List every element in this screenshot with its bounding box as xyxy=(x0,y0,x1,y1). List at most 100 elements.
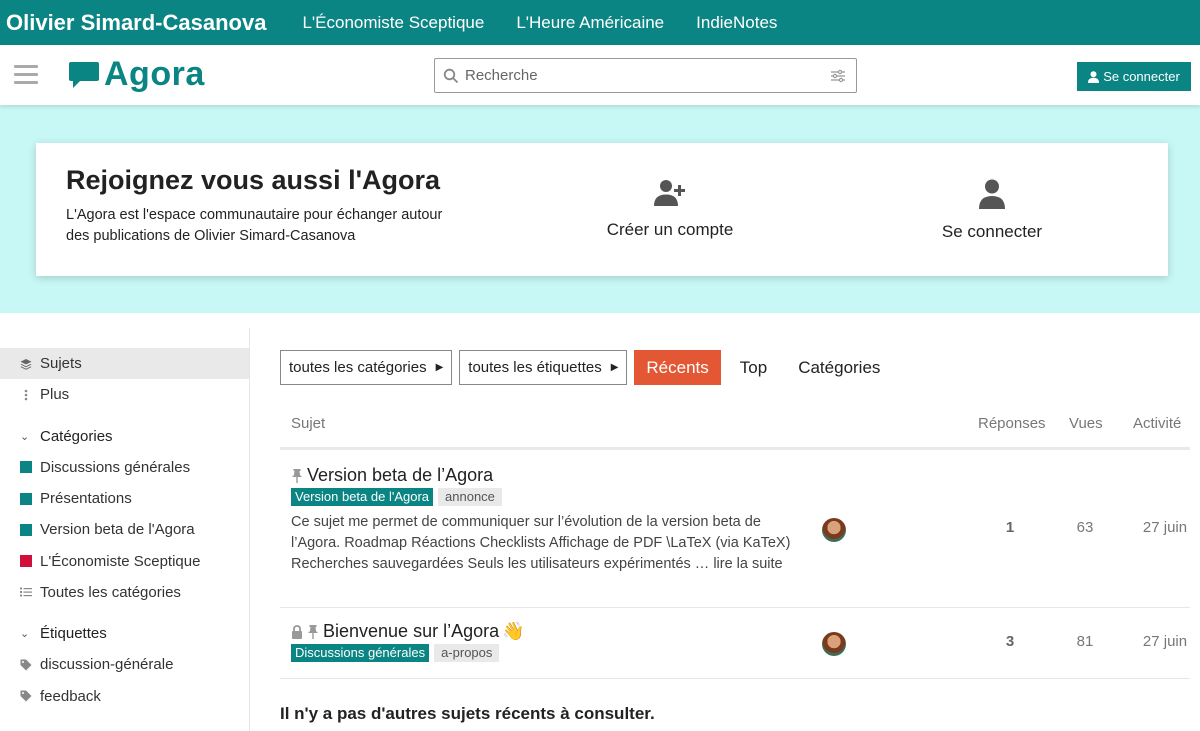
brandbar-link-indienotes[interactable]: IndieNotes xyxy=(696,13,777,33)
hero-description: L'Agora est l'espace communautaire pour … xyxy=(66,207,443,244)
topic-badges: Discussions générales a-propos xyxy=(291,644,500,662)
sidebar-section-label: Catégories xyxy=(40,427,113,445)
sidebar: Sujets Plus ⌄ Catégories Discussions gén… xyxy=(0,328,250,731)
sidebar-item-sujets[interactable]: Sujets xyxy=(0,348,249,380)
caret-right-icon: ▶ xyxy=(435,362,444,373)
hero-login-label: Se connecter xyxy=(941,222,1043,241)
sidebar-item-label: Version beta de l'Agora xyxy=(40,521,195,539)
no-more-topics-message: Il n'y a pas d'autres sujets récents à c… xyxy=(280,704,655,723)
lock-icon xyxy=(292,624,302,639)
brandbar-link-heure-americaine[interactable]: L'Heure Américaine xyxy=(516,13,664,33)
dropdown-label: toutes les étiquettes xyxy=(468,359,602,376)
topic-title: Version beta de l’Agora xyxy=(307,465,494,485)
avatar[interactable] xyxy=(822,632,846,656)
topic-title-link[interactable]: Bienvenue sur l’Agora 👋 xyxy=(291,621,525,642)
sidebar-category-version-beta[interactable]: Version beta de l'Agora xyxy=(0,514,249,545)
login-button[interactable]: Se connecter xyxy=(1077,62,1191,91)
replies-count: 3 xyxy=(1005,633,1015,650)
tags-dropdown[interactable]: toutes les étiquettes ▶ xyxy=(459,350,628,385)
tag-icon xyxy=(20,659,32,671)
sidebar-item-label: feedback xyxy=(40,687,101,705)
layers-icon xyxy=(20,358,32,370)
site-owner-link[interactable]: Olivier Simard-Casanova xyxy=(6,10,266,36)
avatar[interactable] xyxy=(822,518,846,542)
sidebar-item-label: Toutes les catégories xyxy=(40,583,181,601)
tag-icon xyxy=(20,690,32,702)
caret-right-icon: ▶ xyxy=(610,362,619,373)
hero-title: Rejoignez vous aussi l'Agora xyxy=(66,165,441,195)
views-count: 81 xyxy=(1076,633,1094,650)
categories-dropdown[interactable]: toutes les catégories ▶ xyxy=(280,350,453,385)
tab-categories[interactable]: Catégories xyxy=(786,350,892,385)
sidebar-section-label: Étiquettes xyxy=(40,625,107,643)
chat-bubble-icon xyxy=(69,61,99,88)
brandbar-link-economiste[interactable]: L'Économiste Sceptique xyxy=(302,13,484,33)
tag-badge[interactable]: annonce xyxy=(438,488,502,506)
tab-recents[interactable]: Récents xyxy=(634,350,721,385)
sidebar-tag-discussion-generale[interactable]: discussion-générale xyxy=(0,649,249,680)
category-color-square xyxy=(20,555,32,568)
logo-text: Agora xyxy=(104,55,205,93)
vertical-dots-icon xyxy=(20,389,32,401)
views-count: 63 xyxy=(1076,519,1094,536)
sidebar-tags-header[interactable]: ⌄ Étiquettes xyxy=(0,618,249,649)
sidebar-item-label: Plus xyxy=(40,386,70,404)
sidebar-item-label: Discussions générales xyxy=(40,458,191,476)
table-row: Version beta de l’Agora Version beta de … xyxy=(280,453,1190,608)
sidebar-item-label: discussion-générale xyxy=(40,656,174,674)
pin-icon xyxy=(292,468,302,483)
create-account-label: Créer un compte xyxy=(606,220,734,239)
search-filter-icon[interactable] xyxy=(830,68,846,84)
search-icon xyxy=(443,68,459,83)
sidebar-category-presentations[interactable]: Présentations xyxy=(0,483,249,514)
hero-banner: Rejoignez vous aussi l'Agora L'Agora est… xyxy=(0,105,1200,313)
login-button-label: Se connecter xyxy=(1103,69,1180,84)
column-header-subject[interactable]: Sujet xyxy=(291,415,325,432)
search-box[interactable] xyxy=(434,58,857,93)
category-color-square xyxy=(20,492,32,505)
waving-hand-emoji: 👋 xyxy=(502,621,525,641)
agora-logo[interactable]: Agora xyxy=(68,55,205,94)
sidebar-categories-header[interactable]: ⌄ Catégories xyxy=(0,421,249,452)
topic-excerpt[interactable]: Ce sujet me permet de communiquer sur l’… xyxy=(291,512,791,575)
sidebar-item-label: Présentations xyxy=(40,490,132,508)
site-header: Agora Se connecter xyxy=(0,45,1200,105)
sidebar-item-label: L'Économiste Sceptique xyxy=(40,552,201,570)
sidebar-tag-feedback[interactable]: feedback xyxy=(0,680,249,711)
topic-title-link[interactable]: Version beta de l’Agora xyxy=(291,465,493,486)
category-color-square xyxy=(20,461,32,474)
replies-count: 1 xyxy=(1005,519,1015,536)
tag-badge[interactable]: a-propos xyxy=(434,644,500,662)
column-header-views[interactable]: Vues xyxy=(1069,415,1103,432)
category-color-square xyxy=(20,523,32,536)
topic-badges: Version beta de l'Agora annonce xyxy=(291,488,502,506)
pin-icon xyxy=(308,624,318,639)
topic-title: Bienvenue sur l’Agora xyxy=(323,621,500,641)
list-icon xyxy=(20,586,32,598)
column-header-activity[interactable]: Activité xyxy=(1133,415,1181,432)
create-account-action[interactable]: Créer un compte xyxy=(570,179,770,240)
search-input[interactable] xyxy=(465,67,815,84)
category-badge[interactable]: Version beta de l'Agora xyxy=(291,488,434,506)
column-header-replies[interactable]: Réponses xyxy=(978,415,1046,432)
sidebar-all-categories[interactable]: Toutes les catégories xyxy=(0,577,249,608)
table-row: Bienvenue sur l’Agora 👋 Discussions géné… xyxy=(280,609,1190,679)
sidebar-item-plus[interactable]: Plus xyxy=(0,379,249,410)
user-icon xyxy=(1088,70,1100,83)
topic-table-header: Sujet Réponses Vues Activité xyxy=(280,410,1190,450)
sidebar-category-economiste[interactable]: L'Économiste Sceptique xyxy=(0,545,249,576)
category-badge[interactable]: Discussions générales xyxy=(291,644,430,662)
hero-login-action[interactable]: Se connecter xyxy=(892,179,1092,242)
signup-card: Rejoignez vous aussi l'Agora L'Agora est… xyxy=(36,143,1168,276)
user-plus-icon xyxy=(654,180,685,206)
activity-date[interactable]: 27 juin xyxy=(1125,633,1200,650)
topic-navigation: toutes les catégories ▶ toutes les étiqu… xyxy=(280,350,899,385)
activity-date[interactable]: 27 juin xyxy=(1125,519,1200,536)
sidebar-category-discussions[interactable]: Discussions générales xyxy=(0,452,249,483)
tab-top[interactable]: Top xyxy=(728,350,779,385)
sidebar-item-label: Sujets xyxy=(40,355,82,373)
chevron-down-icon: ⌄ xyxy=(20,628,30,641)
chevron-down-icon: ⌄ xyxy=(20,430,30,443)
hamburger-menu-icon[interactable] xyxy=(14,65,38,85)
dropdown-label: toutes les catégories xyxy=(289,359,427,376)
